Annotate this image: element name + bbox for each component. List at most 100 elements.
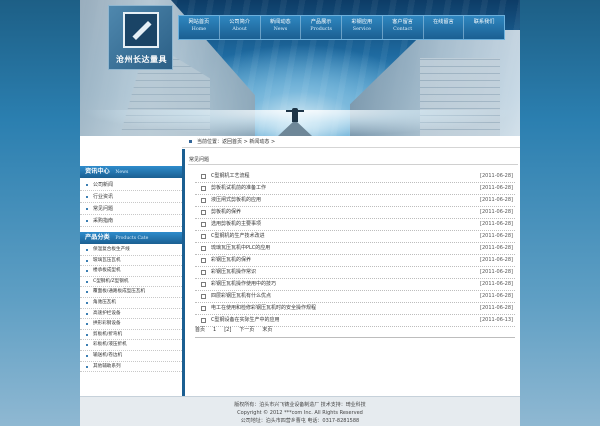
list-item[interactable]: 彩钢压瓦机操作常识 [2011-06-28] <box>195 267 515 279</box>
sidebar-product-item[interactable]: 剪板机/折弯机 <box>80 330 182 341</box>
nav-item-message[interactable]: 在线留言 <box>424 16 465 39</box>
article-title[interactable]: 选用剪板机的主要事项 <box>211 219 261 230</box>
list-item[interactable]: 四层彩钢压瓦机有什么优点 [2011-06-28] <box>195 291 515 303</box>
nav-item-about[interactable]: 公司简介 About <box>220 16 261 39</box>
list-item[interactable]: C型钢机工艺流程 [2011-06-28] <box>195 171 515 183</box>
article-date: [2011-06-28] <box>480 185 513 191</box>
sidebar-product-item[interactable]: 覆面板/通路板成型压瓦机 <box>80 287 182 298</box>
article-date: [2011-06-28] <box>480 257 513 263</box>
article-title[interactable]: 彩钢压瓦机操作常识 <box>211 267 256 278</box>
article-date: [2011-06-28] <box>480 305 513 311</box>
sidebar-product-item[interactable]: 保温复合板生产线 <box>80 245 182 256</box>
nav-label-en: Home <box>191 27 207 32</box>
news-center-title-en: News <box>115 170 129 175</box>
article-title[interactable]: 彩钢压瓦机的保养 <box>211 255 251 266</box>
list-item[interactable]: 剪板机的保养 [2011-06-28] <box>195 207 515 219</box>
nav-label: 产品展示 <box>310 19 332 25</box>
pager-page-1[interactable]: 1 <box>213 324 216 336</box>
article-title[interactable]: C型钢机的生产技术改进 <box>211 231 265 242</box>
pagination: 首页 1 [2] 下一页 末页 <box>195 324 280 336</box>
article-title[interactable]: 液压闸式剪板机的应用 <box>211 195 261 206</box>
sidebar-product-item[interactable]: 楼承板成型机 <box>80 266 182 277</box>
article-date: [2011-06-28] <box>480 209 513 215</box>
sidebar-product-item[interactable]: C型钢机/Z型钢机 <box>80 277 182 288</box>
nav-item-products[interactable]: 产品展示 Products <box>301 16 342 39</box>
footer-copyright: Copyright © 2012 ***com Inc. All Rights … <box>237 410 363 416</box>
nav-label: 彩钢应用 <box>351 19 373 25</box>
pager-first[interactable]: 首页 <box>195 324 205 336</box>
page-title: 常见问题 <box>189 157 210 163</box>
sidebar-product-item[interactable]: 玻璃瓦压瓦机 <box>80 256 182 267</box>
article-date: [2011-06-13] <box>480 317 513 323</box>
nav-label: 客户留言 <box>392 19 413 25</box>
article-title[interactable]: 剪板机的保养 <box>211 207 241 218</box>
nav-item-service[interactable]: 彩钢应用 Service <box>342 16 383 39</box>
list-item[interactable]: 彩钢压瓦机操作使用中的技巧 [2011-06-28] <box>195 279 515 291</box>
news-center-header: 资讯中心 News <box>80 166 182 178</box>
list-item[interactable]: 琉璃瓦压瓦机中PLC的应用 [2011-06-28] <box>195 243 515 255</box>
sidebar-product-item[interactable]: 其他辅助系列 <box>80 362 182 373</box>
logo-icon <box>123 12 159 48</box>
footer-address: 公司地址：泊头市四营乡曹屯 电话：0317-8281588 <box>240 418 360 424</box>
nav-label: 新闻动态 <box>269 19 291 25</box>
list-item[interactable]: 彩钢压瓦机的保养 [2011-06-28] <box>195 255 515 267</box>
sidebar-item-faq[interactable]: 常见问题 <box>80 203 182 216</box>
article-date: [2011-06-28] <box>480 233 513 239</box>
sidebar-product-item[interactable]: 角驰压瓦机 <box>80 298 182 309</box>
article-title[interactable]: 电工在使用和检修彩钢压瓦机时的安全操作规程 <box>211 303 316 314</box>
article-date: [2011-06-28] <box>480 269 513 275</box>
sidebar: 资讯中心 News 公司新闻 行业资讯 常见问题 采购指南 产品分类 Produ… <box>80 160 182 396</box>
sidebar-product-item[interactable]: 拱形彩钢设备 <box>80 319 182 330</box>
article-date: [2011-06-28] <box>480 245 513 251</box>
sidebar-item-company-news[interactable]: 公司新闻 <box>80 179 182 192</box>
article-date: [2011-06-28] <box>480 173 513 179</box>
nav-label-en: Contact <box>393 27 413 32</box>
article-date: [2011-06-28] <box>480 293 513 299</box>
article-title[interactable]: 彩钢压瓦机操作使用中的技巧 <box>211 279 276 290</box>
sidebar-product-item[interactable]: 彩板机/液压折机 <box>80 340 182 351</box>
main-nav: 网站首页 Home 公司简介 About 新闻动态 News 产品展示 Prod… <box>178 15 505 40</box>
nav-label-en: Service <box>352 27 371 32</box>
main-content: 常见问题 C型钢机工艺流程 [2011-06-28] 剪板机试机前的准备工作 [… <box>182 149 520 396</box>
nav-item-contact[interactable]: 客户留言 Contact <box>383 16 424 39</box>
sidebar-product-item[interactable]: 高速护栏设备 <box>80 309 182 320</box>
article-date: [2011-06-28] <box>480 281 513 287</box>
company-logo[interactable]: 沧州长达量具 <box>108 5 173 70</box>
pager-last[interactable]: 末页 <box>262 324 272 336</box>
nav-label: 公司简介 <box>229 19 250 25</box>
nav-label: 在线留言 <box>432 19 454 25</box>
header-banner: 沧州长达量具 网站首页 Home 公司简介 About 新闻动态 News 产品… <box>80 0 520 136</box>
product-category-title: 产品分类 <box>85 234 110 241</box>
logo-text: 沧州长达量具 <box>116 54 167 64</box>
list-item[interactable]: 液压闸式剪板机的应用 [2011-06-28] <box>195 195 515 207</box>
list-item[interactable]: C型钢机的生产技术改进 [2011-06-28] <box>195 231 515 243</box>
product-category-list: 保温复合板生产线 玻璃瓦压瓦机 楼承板成型机 C型钢机/Z型钢机 覆面板/通路板… <box>80 245 182 373</box>
pager-divider <box>195 337 515 338</box>
nav-label: 联系我们 <box>473 19 495 25</box>
list-item[interactable]: 选用剪板机的主要事项 [2011-06-28] <box>195 219 515 231</box>
sidebar-item-purchase-guide[interactable]: 采购指南 <box>80 215 182 228</box>
nav-item-contact-us[interactable]: 联系我们 <box>464 16 504 39</box>
article-title[interactable]: 琉璃瓦压瓦机中PLC的应用 <box>211 243 270 254</box>
breadcrumb: 当前位置：返回首页 > 新闻动态 > <box>182 136 520 148</box>
nav-label-en: News <box>273 27 288 32</box>
product-category-title-en: Products Cate <box>115 236 149 241</box>
article-date: [2011-06-28] <box>480 221 513 227</box>
nav-item-news[interactable]: 新闻动态 News <box>261 16 302 39</box>
pager-page-2[interactable]: [2] <box>224 324 231 336</box>
footer-copyright-owner: 版权所有：泊头市兴飞铸业设备制造厂 技术支持：琦业科技 <box>234 402 366 408</box>
sidebar-item-industry-news[interactable]: 行业资讯 <box>80 191 182 204</box>
list-item[interactable]: 电工在使用和检修彩钢压瓦机时的安全操作规程 [2011-06-28] <box>195 303 515 315</box>
article-title[interactable]: C型钢机工艺流程 <box>211 171 250 182</box>
nav-label-en: About <box>232 27 247 32</box>
nav-label: 网站首页 <box>188 19 210 25</box>
sidebar-product-item[interactable]: 输送机/卷边机 <box>80 351 182 362</box>
nav-label-en: Products <box>310 27 332 32</box>
nav-item-home[interactable]: 网站首页 Home <box>179 16 220 39</box>
title-divider <box>188 164 518 165</box>
article-title[interactable]: 剪板机试机前的准备工作 <box>211 183 266 194</box>
list-item[interactable]: 剪板机试机前的准备工作 [2011-06-28] <box>195 183 515 195</box>
article-title[interactable]: 四层彩钢压瓦机有什么优点 <box>211 291 271 302</box>
banner-figure <box>292 108 298 122</box>
pager-next[interactable]: 下一页 <box>239 324 254 336</box>
